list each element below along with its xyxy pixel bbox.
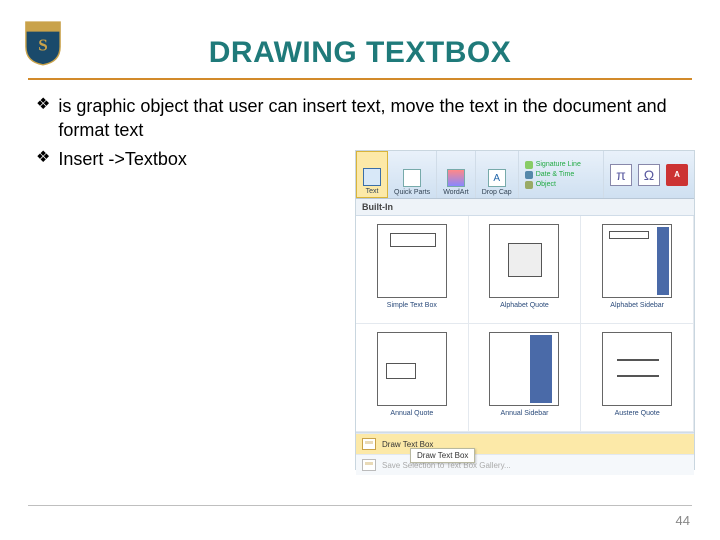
gallery-item-annual-quote[interactable]: Annual Quote <box>356 324 469 432</box>
gallery-item-austere-quote[interactable]: Austere Quote <box>581 324 694 432</box>
draw-text-box-action[interactable]: Draw Text Box <box>356 433 694 454</box>
slide: S DRAWING TEXTBOX ❖ is graphic object th… <box>0 0 720 540</box>
sidebar-shape <box>530 335 552 403</box>
textbox-gallery-panel: Text Quick Parts WordArt A Drop Cap Sign… <box>355 150 695 470</box>
slide-title: DRAWING TEXTBOX <box>28 36 692 70</box>
gallery-actions: Draw Text Box Save Selection to Text Box… <box>356 433 694 475</box>
pdf-button[interactable]: A <box>666 164 688 186</box>
sidebar-shape <box>657 227 669 295</box>
calendar-icon <box>525 171 533 179</box>
equation-button[interactable]: π <box>610 164 632 186</box>
textbox-button-label: Text <box>366 188 379 195</box>
thumbnail <box>377 332 447 406</box>
gallery-caption: Alphabet Sidebar <box>610 302 664 310</box>
ribbon-text-group: Signature Line Date & Time Object <box>519 151 603 198</box>
bullet-item: ❖ is graphic object that user can insert… <box>36 94 688 143</box>
save-selection-icon <box>362 459 376 471</box>
dropcap-label: Drop Cap <box>482 189 512 196</box>
diamond-bullet-icon: ❖ <box>36 94 50 116</box>
signature-line-button[interactable]: Signature Line <box>525 161 603 169</box>
draw-textbox-tooltip: Draw Text Box <box>410 448 475 463</box>
date-time-button[interactable]: Date & Time <box>525 171 603 179</box>
thumbnail <box>602 224 672 298</box>
save-selection-action[interactable]: Save Selection to Text Box Gallery... <box>356 454 694 475</box>
thumbnail <box>377 224 447 298</box>
wordart-button[interactable]: WordArt <box>437 151 476 198</box>
gallery-caption: Simple Text Box <box>387 302 437 310</box>
school-shield-logo: S <box>24 20 62 66</box>
symbol-button[interactable]: Ω <box>638 164 660 186</box>
ribbon-strip: Text Quick Parts WordArt A Drop Cap Sign… <box>356 151 694 199</box>
wordart-label: WordArt <box>443 189 469 196</box>
diamond-bullet-icon: ❖ <box>36 147 50 169</box>
gallery-caption: Alphabet Quote <box>500 302 549 310</box>
quick-parts-label: Quick Parts <box>394 189 430 196</box>
dropcap-button[interactable]: A Drop Cap <box>476 151 519 198</box>
page-number: 44 <box>676 513 690 528</box>
bullet-text: is graphic object that user can insert t… <box>58 94 688 143</box>
svg-text:S: S <box>38 36 48 55</box>
gallery-item-annual-sidebar[interactable]: Annual Sidebar <box>469 324 582 432</box>
gallery-item-simple-text-box[interactable]: Simple Text Box <box>356 216 469 324</box>
title-underline <box>28 78 692 80</box>
gallery-caption: Austere Quote <box>615 410 660 418</box>
symbols-group: π Ω A <box>603 151 694 198</box>
signature-icon <box>525 161 533 169</box>
gallery-caption: Annual Quote <box>390 410 433 418</box>
gallery-item-alphabet-sidebar[interactable]: Alphabet Sidebar <box>581 216 694 324</box>
object-button[interactable]: Object <box>525 181 603 189</box>
object-icon <box>525 181 533 189</box>
quick-parts-button[interactable]: Quick Parts <box>388 151 437 198</box>
gallery-caption: Annual Sidebar <box>501 410 549 418</box>
textbox-button[interactable]: Text <box>356 151 388 198</box>
gallery-header: Built-In <box>356 199 694 216</box>
thumbnail <box>602 332 672 406</box>
textbox-gallery: Simple Text Box Alphabet Quote Alphabet … <box>356 216 694 433</box>
draw-textbox-icon <box>362 438 376 450</box>
footer-rule <box>28 505 692 506</box>
thumbnail <box>489 332 559 406</box>
thumbnail <box>489 224 559 298</box>
gallery-item-alphabet-quote[interactable]: Alphabet Quote <box>469 216 582 324</box>
